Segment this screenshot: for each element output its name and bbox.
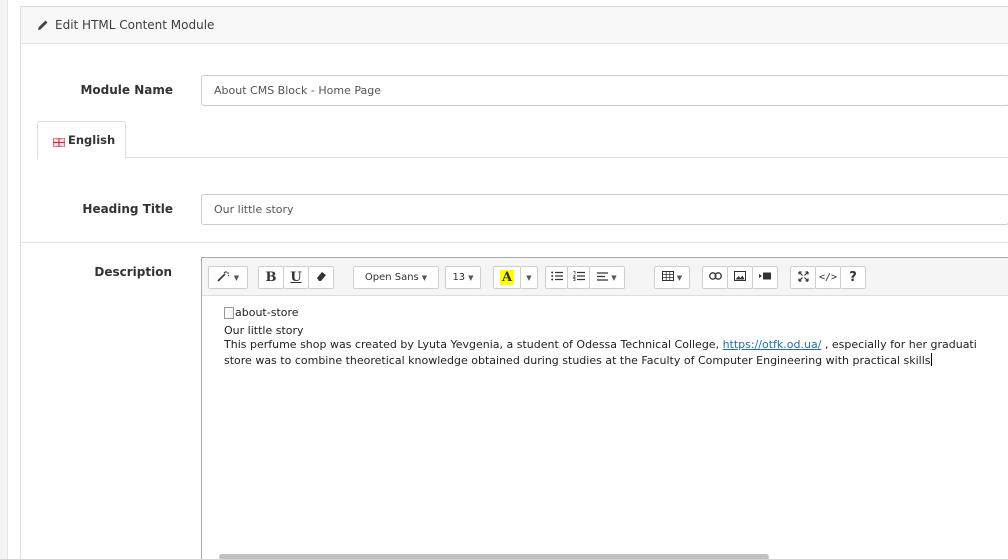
fullscreen-button[interactable] (790, 266, 816, 289)
text-color-button[interactable]: A (493, 266, 521, 289)
font-size-value: 13 (452, 272, 466, 283)
font-size-dropdown[interactable]: 13 ▼ (445, 266, 481, 289)
link-icon (708, 272, 722, 283)
heading-title-input[interactable]: Our little story (201, 194, 1008, 225)
module-name-row: Module Name About CMS Block - Home Page (21, 75, 1008, 106)
bold-button[interactable]: B (258, 266, 284, 289)
table-dropdown[interactable]: ▼ (654, 266, 690, 289)
otfk-link[interactable]: https://otfk.od.ua/ (723, 338, 822, 351)
heading-title-row: Heading Title Our little story (21, 194, 1008, 225)
ordered-list-icon (572, 271, 585, 284)
font-family-value: Open Sans (364, 272, 419, 283)
description-label: Description (94, 265, 172, 279)
uk-flag-icon (52, 136, 66, 147)
code-view-button[interactable]: </> (815, 266, 841, 289)
module-name-label: Module Name (80, 83, 173, 97)
magic-wand-icon (217, 270, 231, 285)
panel-heading: Edit HTML Content Module (21, 7, 1008, 44)
section-divider (21, 242, 1008, 243)
picture-icon (734, 271, 746, 284)
left-sidebar-edge (0, 0, 8, 559)
text-color-caret-button[interactable]: ▼ (520, 266, 538, 289)
image-button[interactable] (727, 266, 753, 289)
editor-toolbar: ▼ B U Open Sans ▼ 13 ▼ A ▼ ▼ ▼ </> ? (202, 258, 1008, 296)
ordered-list-button[interactable] (567, 266, 590, 289)
video-icon (759, 272, 771, 283)
font-family-dropdown[interactable]: Open Sans ▼ (353, 266, 439, 289)
tab-english[interactable]: English (37, 121, 126, 159)
about-store-image: about-store (224, 306, 299, 321)
content-heading: Our little story (224, 323, 304, 337)
help-button[interactable]: ? (840, 266, 866, 289)
expand-icon (797, 270, 809, 285)
video-button[interactable] (752, 266, 778, 289)
content-text-before-link: This perfume shop was created by Lyuta Y… (224, 338, 723, 352)
eraser-icon (316, 271, 327, 285)
module-name-input[interactable]: About CMS Block - Home Page (201, 75, 1008, 106)
panel-title: Edit HTML Content Module (55, 18, 215, 32)
language-tabs: English (37, 121, 1008, 159)
text-color-letter: A (499, 270, 515, 285)
unordered-list-button[interactable] (545, 266, 568, 289)
horizontal-scrollbar[interactable] (219, 554, 769, 559)
pencil-icon (37, 19, 49, 31)
style-button[interactable]: ▼ (208, 266, 248, 289)
heading-title-label: Heading Title (82, 202, 173, 216)
text-cursor (930, 352, 932, 366)
image-alt-text: about-store (235, 306, 299, 319)
paragraph-align-dropdown[interactable]: ▼ (589, 266, 625, 289)
content-text-after-link: , especially for her graduati (821, 338, 977, 352)
table-icon (661, 271, 674, 284)
content-paragraph-line-2: store was to combine theoretical knowled… (224, 352, 977, 369)
content-line-2-text: store was to combine theoretical knowled… (224, 353, 931, 367)
editor-content[interactable]: about-store Our little story This perfum… (224, 306, 977, 368)
description-editor: ▼ B U Open Sans ▼ 13 ▼ A ▼ ▼ ▼ </> ? abo… (201, 257, 1008, 559)
underline-button[interactable]: U (283, 266, 309, 289)
tab-english-label: English (68, 133, 116, 147)
eraser-button[interactable] (308, 266, 334, 289)
unordered-list-icon (550, 271, 563, 284)
edit-module-panel: Edit HTML Content Module Module Name Abo… (20, 6, 1008, 559)
content-paragraph-line-1: This perfume shop was created by Lyuta Y… (224, 338, 977, 353)
broken-image-icon (224, 307, 234, 320)
link-button[interactable] (702, 266, 728, 289)
align-left-icon (597, 271, 609, 284)
